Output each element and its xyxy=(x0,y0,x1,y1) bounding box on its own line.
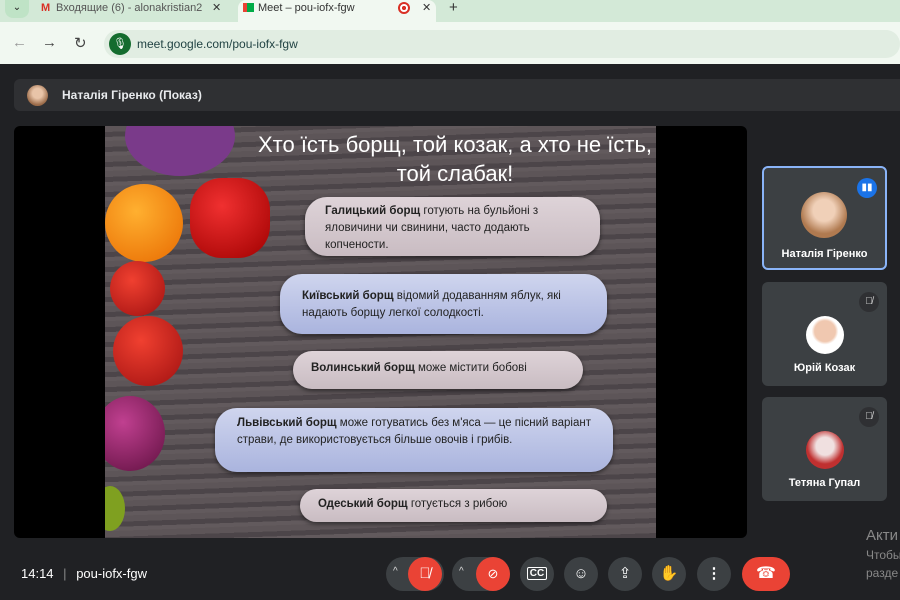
camera-off-icon: ⊘ xyxy=(487,566,499,581)
slide-item: Київський борщ відомий додаванням яблук,… xyxy=(280,274,607,334)
participant-name: Юрій Козак xyxy=(793,362,856,374)
url-input[interactable]: 🎙 meet.google.com/pou-iofx-fgw xyxy=(104,30,900,58)
recording-icon xyxy=(398,2,410,14)
meet-icon xyxy=(243,3,254,12)
tomato-image xyxy=(113,316,183,386)
divider: | xyxy=(63,566,67,581)
mic-off-icon: 🎙̸ xyxy=(419,565,431,582)
slide-title: Хто їсть борщ, той козак, а хто не їсть,… xyxy=(257,132,653,186)
mic-off-icon: 🎙̸ xyxy=(859,407,879,427)
tab-meet[interactable]: Meet – pou-iofx-fgw ✕ xyxy=(238,0,436,22)
hand-icon: ✋ xyxy=(659,565,679,582)
avatar xyxy=(801,192,847,238)
reactions-button[interactable]: ☺ xyxy=(564,557,598,591)
avatar xyxy=(806,431,844,469)
captions-icon: CC xyxy=(526,567,548,580)
participant-name: Наталія Гіренко xyxy=(781,248,868,260)
activation-watermark: разде xyxy=(866,566,899,580)
tomato-image xyxy=(110,261,165,316)
tab-label: Meet – pou-iofx-fgw xyxy=(258,2,355,14)
slide-item: Львівський борщ може готуватись без м'яс… xyxy=(215,408,613,472)
chevron-up-icon: ^ xyxy=(459,566,464,577)
pepper-image xyxy=(190,178,270,258)
back-icon[interactable]: ← xyxy=(12,34,27,51)
present-screen-icon: ⇪ xyxy=(618,565,632,582)
item-heading: Львівський борщ xyxy=(237,417,337,429)
item-text: може містити бобові xyxy=(414,362,527,374)
tab-search-button[interactable]: ⌄ xyxy=(5,0,29,18)
item-heading: Одеський борщ xyxy=(318,498,408,510)
mic-toggle-button[interactable]: 🎙̸ xyxy=(408,557,442,591)
meeting-time: 14:14 xyxy=(21,566,54,581)
tab-label: Входящие (6) - alonakristian2@ xyxy=(56,2,202,14)
address-bar-area: ← → ↻ 🎙 meet.google.com/pou-iofx-fgw xyxy=(0,22,900,64)
slide-item: Одеський борщ готується з рибою xyxy=(300,489,607,522)
hang-up-icon: ☎ xyxy=(756,565,776,582)
slide-item: Галицький борщ готують на бульйоні з яло… xyxy=(305,197,600,256)
slide-item: Волинський борщ може містити бобові xyxy=(293,351,583,389)
avatar xyxy=(806,316,844,354)
avatar xyxy=(27,85,48,106)
close-icon[interactable]: ✕ xyxy=(212,0,221,16)
lime-image xyxy=(105,486,125,531)
tab-gmail[interactable]: M Входящие (6) - alonakristian2@ ✕ xyxy=(36,0,226,22)
presentation-slide: Хто їсть борщ, той козак, а хто не їсть,… xyxy=(105,126,656,538)
presenter-name: Наталія Гіренко (Показ) xyxy=(62,88,202,102)
item-heading: Київський борщ xyxy=(302,290,394,302)
more-vert-icon: ⋮ xyxy=(706,565,722,582)
participant-tile[interactable]: 🎙̸ Юрій Козак xyxy=(762,282,887,386)
present-button[interactable]: ⇪ xyxy=(608,557,642,591)
meeting-info: 14:14 | pou-iofx-fgw xyxy=(21,566,147,581)
item-heading: Волинський борщ xyxy=(311,362,415,374)
close-icon[interactable]: ✕ xyxy=(422,0,431,16)
captions-button[interactable]: CC xyxy=(520,557,554,591)
more-options-button[interactable]: ⋮ xyxy=(697,557,731,591)
tab-bar: ⌄ M Входящие (6) - alonakristian2@ ✕ Mee… xyxy=(0,0,900,22)
item-heading: Галицький борщ xyxy=(325,205,421,217)
new-tab-button[interactable]: + xyxy=(449,0,458,16)
url-text: meet.google.com/pou-iofx-fgw xyxy=(137,37,298,51)
orange-image xyxy=(105,184,183,262)
reload-icon[interactable]: ↻ xyxy=(74,34,87,52)
meeting-code: pou-iofx-fgw xyxy=(76,566,147,581)
presenter-bar: Наталія Гіренко (Показ) xyxy=(14,79,900,111)
microphone-icon[interactable]: 🎙 xyxy=(109,33,131,55)
camera-toggle-button[interactable]: ⊘ xyxy=(476,557,510,591)
chevron-up-icon: ^ xyxy=(393,566,398,577)
activation-watermark: Чтобы xyxy=(866,548,900,562)
emoji-icon: ☺ xyxy=(573,565,589,582)
speaking-indicator-icon: ▮▮ xyxy=(857,178,877,198)
item-text: готується з рибою xyxy=(407,498,508,510)
mic-off-icon: 🎙̸ xyxy=(859,292,879,312)
participant-tile[interactable]: ▮▮ Наталія Гіренко xyxy=(762,166,887,270)
participant-tile[interactable]: 🎙̸ Тетяна Гупал xyxy=(762,397,887,501)
onion-image xyxy=(105,396,165,471)
raise-hand-button[interactable]: ✋ xyxy=(652,557,686,591)
cabbage-image xyxy=(125,126,235,176)
participant-name: Тетяна Гупал xyxy=(788,477,861,489)
gmail-icon: M xyxy=(41,2,51,14)
activation-watermark: Акти xyxy=(866,527,898,544)
leave-call-button[interactable]: ☎ xyxy=(742,557,790,591)
forward-icon[interactable]: → xyxy=(42,34,57,51)
